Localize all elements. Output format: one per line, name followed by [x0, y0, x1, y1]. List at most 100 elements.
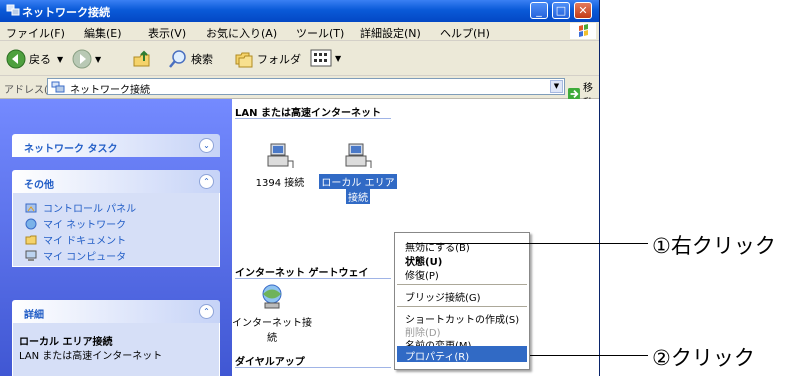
task-pane: ネットワーク タスク ⌄ その他 ⌃ コントロール パネル マイ ネットワーク …: [0, 99, 232, 376]
views-button[interactable]: ▼: [310, 49, 341, 67]
address-bar: アドレス(D) ネットワーク接続 ▼ 移動: [0, 76, 599, 109]
search-icon: [169, 50, 186, 68]
control-panel-link[interactable]: コントロール パネル: [25, 200, 136, 215]
minimize-icon: _: [536, 4, 542, 17]
connection-local-area-label-line2: 接続: [346, 189, 370, 204]
folders-label: フォルダ: [257, 53, 301, 66]
my-computer-icon: [25, 250, 37, 261]
group-divider: [235, 118, 391, 119]
network-tasks-header[interactable]: ネットワーク タスク ⌄: [12, 134, 220, 157]
toolbar: 戻る ▼ ▼ 検索 フォルダ ▼: [0, 41, 599, 76]
menu-repair[interactable]: 修復(P): [405, 267, 439, 282]
menu-advanced[interactable]: 詳細設定(N): [360, 25, 421, 41]
other-places-header[interactable]: その他 ⌃: [12, 170, 220, 193]
search-button[interactable]: 検索: [168, 49, 213, 69]
details-title: 詳細: [24, 310, 44, 321]
address-dropdown-icon[interactable]: ▼: [550, 80, 563, 93]
expand-icon[interactable]: ⌄: [199, 138, 214, 153]
address-input[interactable]: ネットワーク接続 ▼: [47, 78, 565, 96]
minimize-button[interactable]: _: [530, 2, 548, 19]
menu-disable[interactable]: 無効にする(B): [405, 239, 470, 254]
menu-status[interactable]: 状態(U): [405, 253, 442, 268]
control-panel-icon: [25, 203, 37, 212]
my-computer-label: マイ コンピュータ: [43, 252, 127, 263]
group-lan-title: LAN または高速インターネット: [235, 108, 381, 119]
search-label: 検索: [191, 53, 213, 66]
other-places-panel: その他 ⌃ コントロール パネル マイ ネットワーク マイ ドキュメント マイ …: [12, 170, 220, 267]
back-arrow-icon: [6, 49, 26, 69]
group-divider: [235, 278, 391, 279]
callout-click: ②クリック: [652, 346, 755, 370]
network-tasks-panel: ネットワーク タスク ⌄: [12, 134, 220, 157]
close-icon: ✕: [578, 4, 588, 17]
title-bar[interactable]: ネットワーク接続 _ □ ✕: [0, 0, 599, 22]
network-connection-icon: [267, 143, 294, 168]
menu-separator: [397, 306, 527, 307]
my-documents-link[interactable]: マイ ドキュメント: [25, 232, 126, 247]
up-folder-button[interactable]: [132, 49, 155, 69]
network-tasks-title: ネットワーク タスク: [24, 144, 118, 155]
collapse-icon[interactable]: ⌃: [199, 304, 214, 319]
menu-edit[interactable]: 編集(E): [84, 25, 122, 41]
group-dialup-title: ダイヤルアップ: [235, 357, 305, 368]
menu-bridge[interactable]: ブリッジ接続(G): [405, 289, 481, 304]
windows-flag-icon: [579, 24, 588, 37]
back-dropdown-icon[interactable]: ▼: [57, 55, 63, 64]
callout-line-right-click: [408, 243, 648, 244]
internet-gateway-label-line1: インターネット接: [232, 318, 312, 329]
maximize-icon: □: [555, 4, 567, 17]
forward-arrow-icon: [72, 49, 92, 69]
group-gateway-title: インターネット ゲートウェイ: [235, 268, 369, 279]
details-body: ローカル エリア接続 LAN または高速インターネット: [12, 323, 220, 376]
connection-internet-gateway[interactable]: インターネット接 続: [224, 281, 320, 344]
forward-button[interactable]: ▼: [72, 49, 101, 69]
menu-view[interactable]: 表示(V): [148, 25, 186, 41]
network-folder-icon: [51, 81, 65, 93]
menu-properties[interactable]: プロパティ(R): [405, 348, 469, 363]
my-network-label: マイ ネットワーク: [43, 220, 127, 231]
back-button[interactable]: 戻る ▼: [6, 49, 63, 69]
details-panel: 詳細 ⌃ ローカル エリア接続 LAN または高速インターネット: [12, 300, 220, 376]
menu-help[interactable]: ヘルプ(H): [440, 25, 490, 41]
maximize-button[interactable]: □: [552, 2, 570, 19]
connection-local-area[interactable]: ローカル エリア 接続: [318, 141, 398, 204]
close-button[interactable]: ✕: [574, 2, 592, 19]
forward-dropdown-icon[interactable]: ▼: [95, 55, 101, 64]
menu-file[interactable]: ファイル(F): [6, 25, 65, 41]
my-network-icon: [25, 218, 37, 229]
windows-logo: [570, 23, 596, 39]
menu-tools[interactable]: ツール(T): [296, 25, 344, 41]
my-network-link[interactable]: マイ ネットワーク: [25, 216, 126, 231]
other-places-title: その他: [24, 180, 54, 191]
menu-bar: ファイル(F) 編集(E) 表示(V) お気に入り(A) ツール(T) 詳細設定…: [0, 22, 599, 41]
collapse-icon[interactable]: ⌃: [199, 174, 214, 189]
views-icon: [310, 49, 332, 67]
address-value: ネットワーク接続: [70, 85, 150, 96]
menu-separator: [397, 284, 527, 285]
menu-favorites[interactable]: お気に入り(A): [206, 25, 277, 41]
control-panel-label: コントロール パネル: [43, 204, 137, 215]
my-documents-label: マイ ドキュメント: [43, 236, 127, 247]
internet-gateway-label-line2: 続: [267, 333, 277, 344]
connection-local-area-label-line1: ローカル エリア: [319, 174, 397, 189]
details-name: ローカル エリア接続: [19, 337, 113, 348]
my-computer-link[interactable]: マイ コンピュータ: [25, 248, 126, 263]
folders-icon: [235, 52, 253, 68]
connection-1394[interactable]: 1394 接続: [240, 141, 320, 189]
connection-1394-label: 1394 接続: [255, 178, 305, 189]
up-folder-icon: [133, 50, 150, 67]
folders-button[interactable]: フォルダ: [234, 49, 301, 69]
views-dropdown-icon: ▼: [335, 53, 342, 63]
group-divider: [235, 367, 391, 368]
internet-gateway-icon: [262, 284, 282, 309]
window-title: ネットワーク接続: [22, 6, 110, 19]
network-connections-icon: [6, 4, 20, 16]
lan-connection-icon: [345, 143, 372, 168]
details-header[interactable]: 詳細 ⌃: [12, 300, 220, 323]
my-documents-icon: [25, 235, 37, 244]
callout-right-click: ①右クリック: [652, 234, 776, 258]
back-label: 戻る: [29, 53, 51, 66]
details-description: LAN または高速インターネット: [19, 351, 163, 362]
context-menu: 無効にする(B) 状態(U) 修復(P) ブリッジ接続(G) ショートカットの作…: [394, 232, 530, 370]
other-places-body: コントロール パネル マイ ネットワーク マイ ドキュメント マイ コンピュータ: [12, 193, 220, 267]
